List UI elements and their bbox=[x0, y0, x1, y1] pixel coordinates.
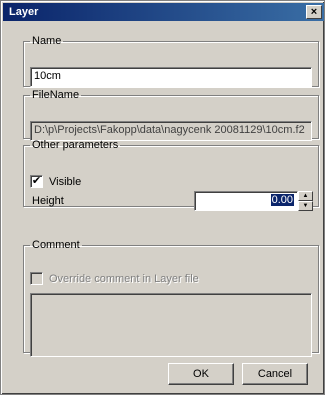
arrow-up-icon: ▲ bbox=[302, 193, 309, 199]
ok-button[interactable]: OK bbox=[168, 363, 234, 385]
filename-field[interactable]: D:\p\Projects\Fakopp\data\nagycenk 20081… bbox=[30, 121, 312, 141]
other-parameters-legend: Other parameters bbox=[32, 139, 119, 151]
height-input[interactable]: 0.00 bbox=[194, 191, 298, 211]
height-label: Height bbox=[32, 195, 64, 207]
filename-group: FileName D:\p\Projects\Fakopp\data\nagyc… bbox=[23, 89, 319, 141]
window-title: Layer bbox=[9, 6, 39, 18]
comment-textarea bbox=[30, 293, 312, 357]
other-parameters-group: Other parameters ✔ Visible Height 0.00 ▲… bbox=[23, 139, 319, 211]
override-comment-checkbox bbox=[30, 272, 43, 285]
name-legend: Name bbox=[32, 35, 62, 47]
override-comment-row: Override comment in Layer file bbox=[30, 272, 199, 285]
spin-down-button[interactable]: ▼ bbox=[298, 201, 313, 211]
spin-up-button[interactable]: ▲ bbox=[298, 191, 313, 201]
close-icon: × bbox=[310, 6, 318, 18]
filename-legend: FileName bbox=[32, 89, 80, 101]
arrow-down-icon: ▼ bbox=[302, 203, 309, 209]
height-spinner[interactable]: ▲ ▼ bbox=[298, 191, 313, 211]
name-input[interactable]: 10cm bbox=[30, 67, 312, 87]
visible-checkbox-row[interactable]: ✔ Visible bbox=[30, 175, 81, 188]
layer-dialog: Layer × Name 10cm FileName D:\p\Projects… bbox=[0, 0, 325, 395]
visible-label: Visible bbox=[49, 175, 82, 188]
visible-checkbox[interactable]: ✔ bbox=[30, 175, 43, 188]
comment-group: Comment Override comment in Layer file bbox=[23, 239, 319, 357]
cancel-button[interactable]: Cancel bbox=[242, 363, 308, 385]
height-value: 0.00 bbox=[270, 194, 294, 206]
override-comment-label: Override comment in Layer file bbox=[49, 272, 199, 285]
close-button[interactable]: × bbox=[306, 5, 322, 19]
comment-legend: Comment bbox=[32, 239, 80, 251]
name-group: Name 10cm bbox=[23, 35, 319, 87]
title-bar[interactable]: Layer × bbox=[3, 3, 324, 21]
